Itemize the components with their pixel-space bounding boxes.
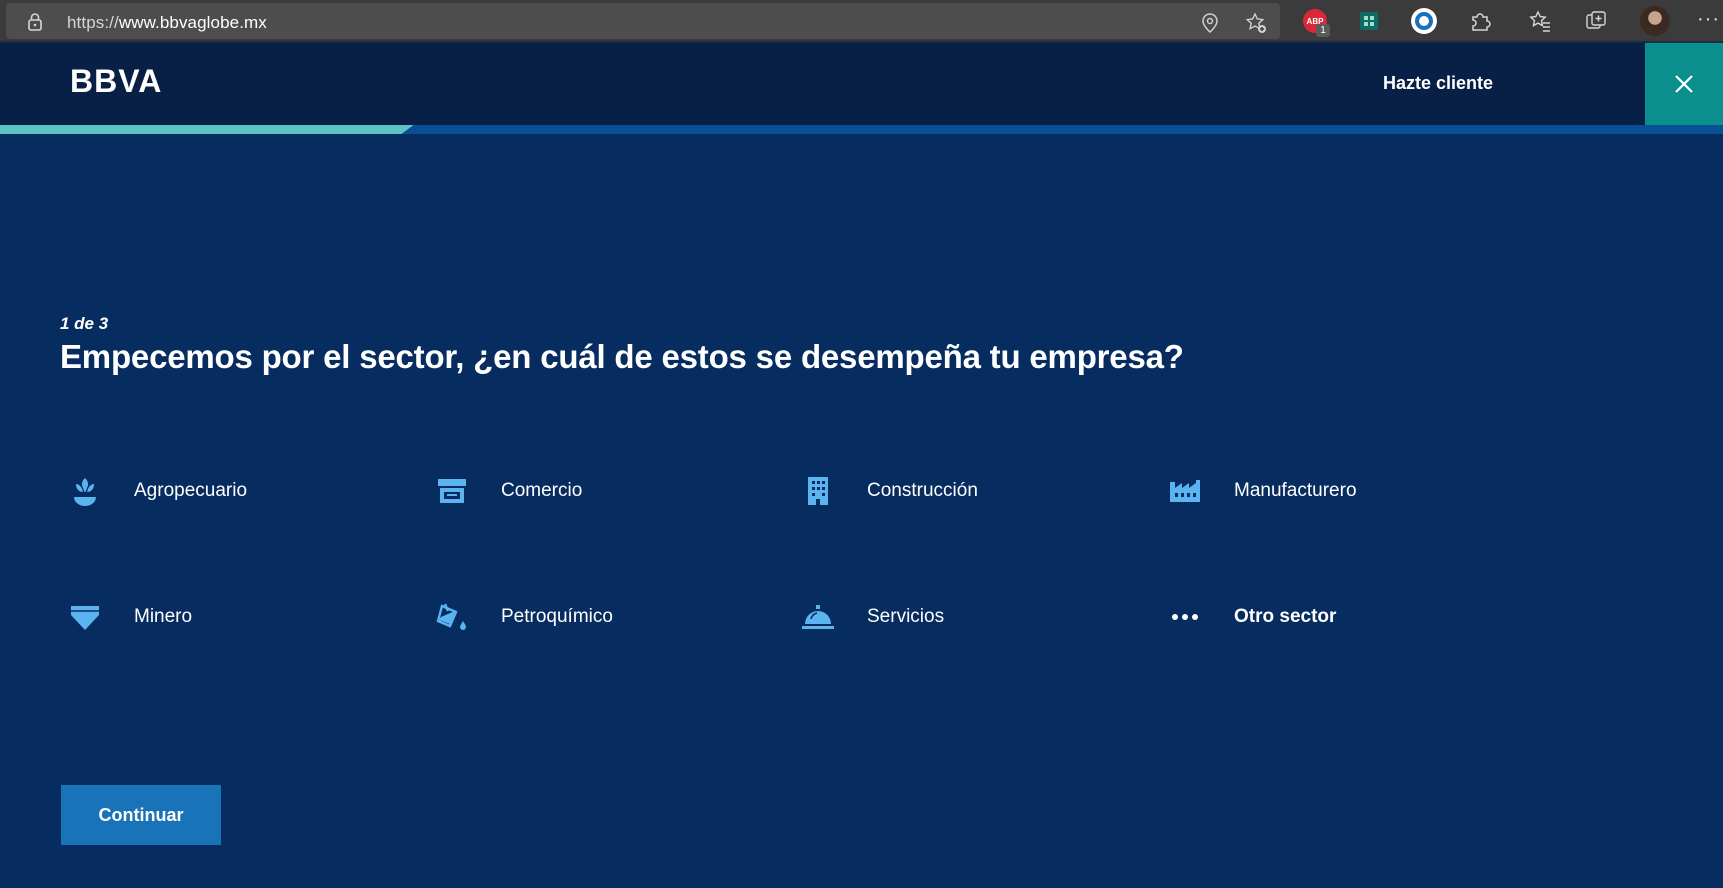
sector-option-manufacturero[interactable]: Manufacturero: [1168, 474, 1357, 508]
sector-option-construccion[interactable]: Construcción: [801, 474, 978, 508]
sector-option-servicios[interactable]: Servicios: [801, 600, 944, 634]
collections-icon[interactable]: [1582, 7, 1610, 35]
address-bar[interactable]: https://www.bbvaglobe.mx: [6, 3, 1280, 39]
paint-bucket-icon: [435, 600, 469, 634]
circle-extension-icon[interactable]: [1410, 7, 1438, 35]
close-button[interactable]: [1645, 43, 1723, 125]
factory-icon: [1168, 474, 1202, 508]
extensions-puzzle-icon[interactable]: [1466, 7, 1494, 35]
sector-label: Construcción: [867, 480, 978, 501]
sector-label: Comercio: [501, 480, 583, 501]
url-text[interactable]: https://www.bbvaglobe.mx: [67, 13, 267, 33]
close-icon: [1675, 75, 1693, 93]
profile-avatar[interactable]: [1640, 6, 1670, 36]
more-dots-icon: [1168, 600, 1202, 634]
add-favorite-icon[interactable]: [1244, 11, 1268, 35]
sector-label: Minero: [134, 606, 193, 627]
sector-option-petroquimico[interactable]: Petroquímico: [435, 600, 613, 634]
continue-button[interactable]: Continuar: [61, 785, 221, 845]
sector-option-minero[interactable]: Minero: [68, 600, 192, 634]
sector-option-comercio[interactable]: Comercio: [435, 474, 582, 508]
hazte-cliente-link[interactable]: Hazte cliente: [1383, 73, 1493, 94]
adblock-count-badge: 1: [1316, 24, 1330, 37]
plant-icon: [68, 474, 102, 508]
progress-track: [0, 125, 1723, 134]
gem-icon: [68, 600, 102, 634]
sector-label: Servicios: [867, 606, 945, 627]
sector-label: Agropecuario: [134, 480, 248, 501]
sector-option-agropecuario[interactable]: Agropecuario: [68, 474, 247, 508]
browser-toolbar: https://www.bbvaglobe.mx ABP 1 ···: [0, 0, 1723, 42]
sector-label: Manufacturero: [1234, 480, 1357, 501]
store-icon: [435, 474, 469, 508]
step-indicator: 1 de 3: [60, 314, 109, 333]
service-bell-icon: [801, 600, 835, 634]
progress-fill: [0, 125, 414, 134]
site-header: BBVA Hazte cliente: [0, 43, 1723, 125]
building-icon: [801, 474, 835, 508]
more-options-icon[interactable]: ···: [1697, 8, 1720, 31]
sector-option-otro[interactable]: Otro sector: [1168, 600, 1336, 634]
sector-label: Petroquímico: [501, 606, 613, 627]
location-pin-icon[interactable]: [1198, 11, 1222, 35]
bbva-logo[interactable]: BBVA: [70, 63, 162, 100]
sector-label: Otro sector: [1234, 606, 1337, 627]
lock-icon: [28, 13, 42, 31]
grid-extension-icon[interactable]: [1355, 7, 1383, 35]
favorites-icon[interactable]: [1526, 7, 1554, 35]
page-title: Empecemos por el sector, ¿en cuál de est…: [60, 338, 1184, 375]
